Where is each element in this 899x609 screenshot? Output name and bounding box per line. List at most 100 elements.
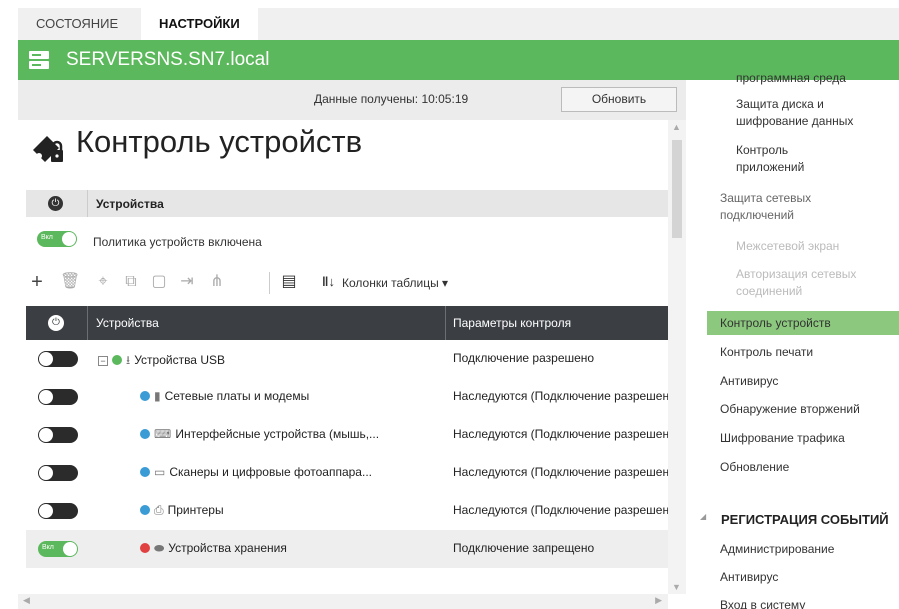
server-name: SERVERSNS.SN7.local xyxy=(66,49,270,70)
data-received-time: 10:05:19 xyxy=(421,92,469,106)
row-name-cell: − ⭳ Устройства USB xyxy=(98,351,225,372)
power-icon: ⏻ xyxy=(48,196,63,211)
refresh-button[interactable]: Обновить xyxy=(561,87,677,112)
page-title: Контроль устройств xyxy=(76,124,363,159)
table-row[interactable]: ⎙ Принтеры Наследуются (Подключение разре… xyxy=(26,492,668,530)
table-row[interactable]: ▭ Сканеры и цифровые фотоаппара... Наслед… xyxy=(26,454,668,492)
card-view-icon[interactable]: ▤ xyxy=(280,270,298,294)
table-row[interactable]: ⌨ Интерфейсные устройства (мышь,... Насле… xyxy=(26,416,668,454)
toolbar: + 🗑 ⌖ ⧉ ▢ ⇥ ⋔ ▤ ‖↓ Колонки таблицы ▾ xyxy=(24,270,624,296)
table-header: ⏻ Устройства Параметры контроля xyxy=(26,306,668,340)
section-title: Устройства xyxy=(96,197,164,211)
usb-icon: ⭳ xyxy=(126,353,131,367)
edit-tag-icon[interactable]: ⌖ xyxy=(94,270,112,294)
row-name-cell: ⬬ Устройства хранения xyxy=(140,541,287,556)
column-header-devices[interactable]: Устройства xyxy=(96,316,159,330)
row-name: Принтеры xyxy=(167,503,224,517)
data-received-text: Данные получены: xyxy=(314,92,419,106)
table-row[interactable]: − ⭳ Устройства USB Подключение разрешено xyxy=(26,340,668,378)
table-row[interactable]: Вкл ⬬ Устройства хранения Подключение зап… xyxy=(26,530,668,568)
nav-item-traffic-encryption[interactable]: Шифрование трафика xyxy=(720,430,845,447)
nav-item-antivirus[interactable]: Антивирус xyxy=(720,373,778,390)
row-toggle[interactable] xyxy=(38,503,78,519)
row-toggle[interactable] xyxy=(38,351,78,367)
nav-item-firewall: Межсетевой экран xyxy=(736,239,840,253)
toggle-on-label: Вкл xyxy=(42,544,54,551)
toolbar-separator xyxy=(269,272,270,294)
toggle-knob xyxy=(62,232,76,246)
add-icon[interactable]: + xyxy=(28,270,46,294)
row-name: Устройства хранения xyxy=(168,541,287,555)
section-divider xyxy=(87,190,88,217)
scroll-up-icon[interactable]: ▲ xyxy=(672,122,681,132)
nav-item-app-control[interactable]: Контроль приложений xyxy=(736,142,856,176)
keyboard-icon: ⌨ xyxy=(154,427,172,441)
nav-item-administration[interactable]: Администрирование xyxy=(720,541,834,558)
collapse-icon[interactable]: − xyxy=(98,356,108,366)
collapse-triangle-icon[interactable]: ◢ xyxy=(700,512,706,521)
status-green-icon xyxy=(112,355,122,365)
nav-item-update[interactable]: Обновление xyxy=(720,459,789,476)
row-name: Сетевые платы и модемы xyxy=(164,389,310,403)
header-separator xyxy=(87,306,88,340)
top-tab-bar: СОСТОЯНИЕ НАСТРОЙКИ xyxy=(18,8,899,40)
export-icon[interactable]: ⇥ xyxy=(178,270,196,294)
policy-toggle[interactable]: Вкл xyxy=(37,231,77,247)
data-received-label: Данные получены: 10:05:19 xyxy=(314,92,468,106)
nav-item-print-control[interactable]: Контроль печати xyxy=(720,344,813,361)
row-toggle[interactable]: Вкл xyxy=(38,541,78,557)
status-line: Данные получены: 10:05:19 Обновить xyxy=(18,80,686,120)
row-param: Наследуются (Подключение разрешено) xyxy=(453,389,668,403)
scroll-left-icon[interactable]: ◀ xyxy=(23,595,30,606)
row-name: Устройства USB xyxy=(134,353,225,367)
network-card-icon: ▮ xyxy=(154,389,161,403)
scroll-right-icon[interactable]: ▶ xyxy=(655,595,662,606)
inherit-icon xyxy=(140,467,150,477)
horizontal-scrollbar[interactable]: ◀ ▶ xyxy=(18,594,668,609)
row-name-cell: ⌨ Интерфейсные устройства (мышь,... xyxy=(140,427,379,441)
policy-toggle-switch[interactable]: Вкл xyxy=(37,231,77,247)
header-separator xyxy=(445,306,446,340)
row-name-cell: ⎙ Принтеры xyxy=(140,503,224,518)
nav-item-antivirus-events[interactable]: Антивирус xyxy=(720,569,778,586)
nav-item-network-protection[interactable]: Защита сетевых подключений xyxy=(720,190,860,224)
inherit-icon xyxy=(140,391,150,401)
toggle-on-label: Вкл xyxy=(41,234,53,241)
paste-icon[interactable]: ▢ xyxy=(150,270,168,294)
devices-section-header[interactable]: ⏻ Устройства xyxy=(26,190,668,217)
nav-item-software-env[interactable]: программная среда xyxy=(736,70,846,87)
scanner-icon: ▭ xyxy=(154,465,166,479)
power-column-icon: ⏻ xyxy=(48,315,64,331)
delete-icon[interactable]: 🗑 xyxy=(60,270,80,294)
nav-item-device-control[interactable]: Контроль устройств xyxy=(720,315,831,332)
table-row[interactable]: ▮ Сетевые платы и модемы Наследуются (Под… xyxy=(26,378,668,416)
policy-label: Политика устройств включена xyxy=(93,235,262,249)
row-param: Наследуются (Подключение разрешено) xyxy=(453,427,668,441)
vertical-scrollbar[interactable]: ▲ ▼ xyxy=(668,120,686,594)
nav-item-disk-protection[interactable]: Защита диска и шифрование данных xyxy=(736,96,886,130)
row-param: Наследуются (Подключение разрешено) xyxy=(453,503,668,517)
nav-section-events[interactable]: РЕГИСТРАЦИЯ СОБЫТИЙ xyxy=(721,512,889,527)
row-name: Интерфейсные устройства (мышь,... xyxy=(175,427,380,441)
scroll-down-icon[interactable]: ▼ xyxy=(672,582,681,592)
row-name-cell: ▮ Сетевые платы и модемы xyxy=(140,389,309,403)
scrollbar-thumb[interactable] xyxy=(672,140,682,238)
copy-icon[interactable]: ⧉ xyxy=(122,270,140,294)
row-param: Подключение запрещено xyxy=(453,541,595,555)
nav-item-intrusion-detection[interactable]: Обнаружение вторжений xyxy=(720,401,860,418)
columns-icon[interactable]: ‖↓ xyxy=(322,274,335,289)
column-header-params[interactable]: Параметры контроля xyxy=(453,316,571,330)
status-red-icon xyxy=(140,543,150,553)
device-control-icon xyxy=(33,136,63,162)
inherit-icon xyxy=(140,429,150,439)
settings-nav: программная среда Защита диска и шифрова… xyxy=(699,71,899,609)
tab-settings[interactable]: НАСТРОЙКИ xyxy=(141,8,258,40)
row-toggle[interactable] xyxy=(38,465,78,481)
nav-item-login[interactable]: Вход в систему xyxy=(720,597,805,609)
hierarchy-icon[interactable]: ⋔ xyxy=(208,270,226,294)
printer-icon: ⎙ xyxy=(154,503,164,517)
columns-dropdown[interactable]: Колонки таблицы ▾ xyxy=(342,276,448,290)
row-toggle[interactable] xyxy=(38,427,78,443)
tab-status[interactable]: СОСТОЯНИЕ xyxy=(18,8,136,40)
row-toggle[interactable] xyxy=(38,389,78,405)
